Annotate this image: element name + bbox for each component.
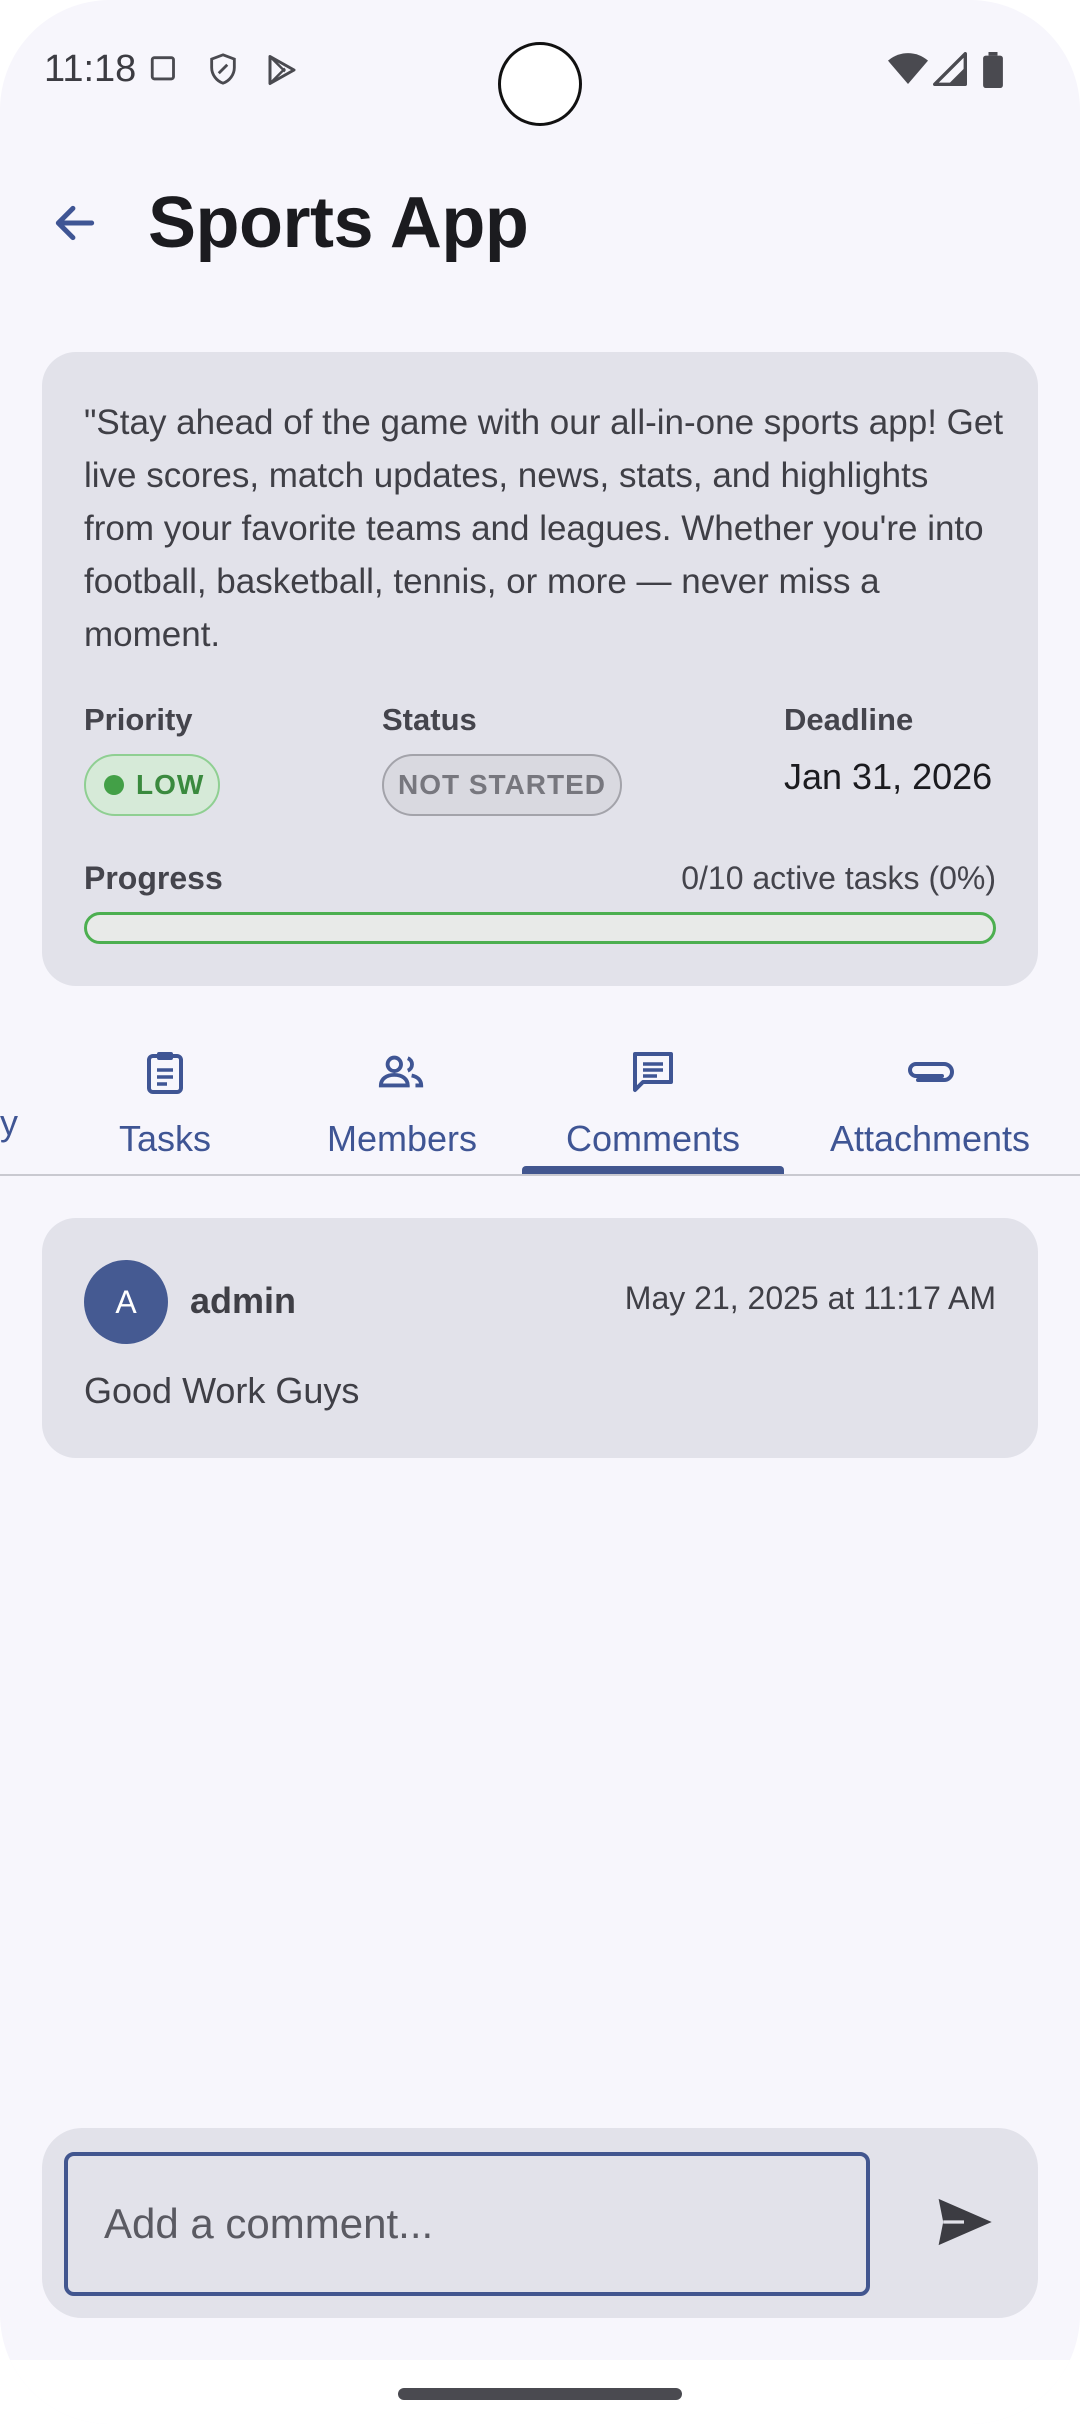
send-button[interactable] [914, 2174, 1014, 2274]
selected-tab-indicator [522, 1166, 784, 1174]
front-camera [498, 42, 582, 126]
battery-icon [982, 52, 1004, 93]
tab-tasks[interactable]: Tasks [95, 1030, 235, 1176]
project-info-card: "Stay ahead of the game with our all-in-… [42, 352, 1038, 986]
signal-icon [932, 52, 968, 91]
screen-icon [148, 52, 182, 91]
deadline-label: Deadline [784, 702, 914, 737]
tab-members-label: Members [326, 1118, 478, 1159]
progress-bar [84, 912, 996, 944]
comment-composer [42, 2128, 1038, 2318]
comment-card: A admin May 21, 2025 at 11:17 AM Good Wo… [42, 1218, 1038, 1458]
status-label: Status [382, 702, 477, 737]
back-button[interactable] [40, 190, 110, 260]
comment-author: admin [190, 1280, 297, 1321]
status-badge: NOT STARTED [382, 754, 622, 816]
play-store-icon [264, 52, 300, 93]
tab-comments[interactable]: Comments [558, 1030, 748, 1176]
comment-icon [629, 1044, 677, 1100]
status-value: NOT STARTED [397, 769, 607, 800]
priority-dot-icon [104, 775, 124, 795]
progress-text: 0/10 active tasks (0%) [681, 860, 996, 896]
tab-tasks-label: Tasks [118, 1118, 212, 1159]
comment-timestamp: May 21, 2025 at 11:17 AM [624, 1280, 996, 1316]
page-title: Sports App [148, 183, 529, 263]
project-description: "Stay ahead of the game with our all-in-… [84, 403, 1004, 654]
phone-screen: 11:18 Sports App "Stay ahead of the game… [0, 0, 1080, 2424]
send-icon [934, 2194, 994, 2255]
priority-value: LOW [136, 769, 205, 800]
home-indicator[interactable] [398, 2388, 682, 2400]
comment-input[interactable] [64, 2152, 870, 2296]
avatar: A [84, 1260, 168, 1344]
tab-attachments[interactable]: Attachments [820, 1030, 1040, 1176]
shield-icon [206, 52, 240, 91]
tabs-divider [0, 1174, 1080, 1176]
status-time: 11:18 [44, 48, 137, 90]
tab-attachments-label: Attachments [829, 1118, 1031, 1159]
arrow-back-icon [50, 198, 100, 253]
clipboard-icon [141, 1044, 189, 1100]
people-icon [377, 1044, 427, 1100]
tab-comments-label: Comments [565, 1118, 741, 1159]
comment-text: Good Work Guys [84, 1370, 360, 1411]
progress-label: Progress [84, 860, 223, 896]
priority-label: Priority [84, 702, 193, 737]
status-bar: 11:18 [0, 0, 1080, 140]
wifi-icon [888, 52, 928, 91]
priority-badge: LOW [84, 754, 220, 816]
paperclip-icon [902, 1044, 958, 1100]
tab-members[interactable]: Members [318, 1030, 486, 1176]
tab-bar: Tasks Members Comments Attachments [0, 1030, 1080, 1176]
deadline-value: Jan 31, 2026 [784, 756, 993, 797]
